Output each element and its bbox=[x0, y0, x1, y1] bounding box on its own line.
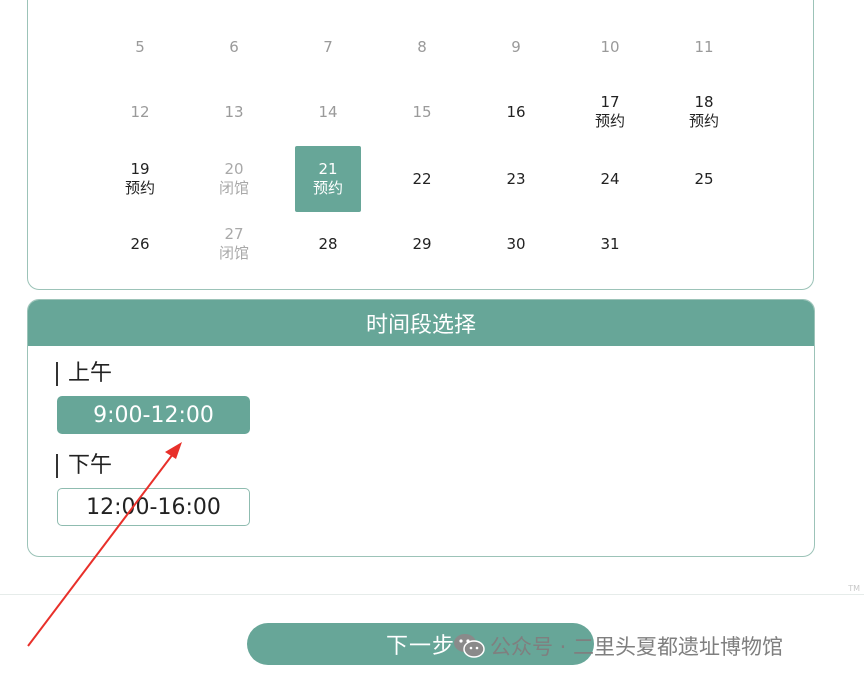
calendar-day-status: 预约 bbox=[594, 112, 625, 130]
calendar-day[interactable]: 19 预约 bbox=[107, 146, 173, 212]
calendar-day: 5 bbox=[107, 14, 173, 80]
calendar-day: 10 bbox=[577, 14, 643, 80]
time-slot-panel: 时间段选择 上午 9:00-12:00 下午 12:00-16:00 bbox=[27, 299, 815, 557]
calendar-day-number: 15 bbox=[412, 102, 432, 121]
calendar-day-number: 25 bbox=[694, 169, 714, 188]
calendar-day[interactable]: 26 bbox=[107, 211, 173, 277]
calendar-day: 6 bbox=[201, 14, 267, 80]
calendar-day[interactable]: 21 预约 bbox=[295, 146, 361, 212]
calendar-day[interactable]: 18 预约 bbox=[671, 79, 737, 145]
calendar-day-number: 24 bbox=[600, 169, 620, 188]
time-slot-header: 时间段选择 bbox=[28, 300, 814, 346]
calendar-day-number: 16 bbox=[506, 102, 526, 121]
calendar-day-number: 30 bbox=[506, 234, 526, 253]
calendar-day[interactable]: 22 bbox=[389, 146, 455, 212]
calendar-day-status: 预约 bbox=[124, 179, 155, 197]
calendar-day-number: 18 bbox=[694, 93, 714, 111]
watermark-text: 公众号 · 二里头夏都遗址博物馆 bbox=[490, 635, 784, 659]
calendar-day-number: 20 bbox=[224, 160, 244, 178]
calendar-day[interactable]: 30 bbox=[483, 211, 549, 277]
wechat-icon bbox=[454, 634, 485, 658]
calendar-day: 11 bbox=[671, 14, 737, 80]
calendar-day: 13 bbox=[201, 79, 267, 145]
calendar-day[interactable]: 27 闭馆 bbox=[201, 211, 267, 277]
calendar-day: 9 bbox=[483, 14, 549, 80]
calendar-day-number: 8 bbox=[417, 37, 427, 56]
calendar-day-number: 26 bbox=[130, 234, 150, 253]
calendar-day-number: 21 bbox=[318, 160, 338, 178]
calendar-day-status: 预约 bbox=[688, 112, 719, 130]
calendar-day[interactable]: 16 bbox=[483, 79, 549, 145]
morning-label: 上午 bbox=[56, 362, 112, 386]
calendar-day-number: 10 bbox=[600, 37, 620, 56]
calendar-day[interactable]: 20 闭馆 bbox=[201, 146, 267, 212]
calendar-day-number: 7 bbox=[323, 37, 333, 56]
calendar-day-number: 23 bbox=[506, 169, 526, 188]
calendar-day[interactable]: 23 bbox=[483, 146, 549, 212]
calendar-day[interactable]: 17 预约 bbox=[577, 79, 643, 145]
watermark: 公众号 · 二里头夏都遗址博物馆 bbox=[452, 629, 783, 663]
calendar-day-number: 12 bbox=[130, 102, 150, 121]
calendar-day[interactable]: 25 bbox=[671, 146, 737, 212]
calendar-day-status: 闭馆 bbox=[218, 244, 249, 262]
calendar-day: 7 bbox=[295, 14, 361, 80]
calendar-day-number: 28 bbox=[318, 234, 338, 253]
footer-divider bbox=[0, 594, 864, 595]
calendar-day-number: 11 bbox=[694, 37, 714, 56]
calendar-day-number: 19 bbox=[130, 160, 150, 178]
calendar-day-number: 17 bbox=[600, 93, 620, 111]
calendar-day[interactable]: 24 bbox=[577, 146, 643, 212]
calendar-day-number: 9 bbox=[511, 37, 521, 56]
calendar-panel: 5 6 7 8 9 10 11 12 13 14 15 16 17 预约 18 预约 19 预约 20 闭馆 21 预约 2… bbox=[27, 0, 814, 290]
calendar-day[interactable]: 28 bbox=[295, 211, 361, 277]
calendar-day: 8 bbox=[389, 14, 455, 80]
calendar-day: 14 bbox=[295, 79, 361, 145]
calendar-day-number: 27 bbox=[224, 225, 244, 243]
morning-slot-button[interactable]: 9:00-12:00 bbox=[57, 396, 250, 434]
calendar-day: 12 bbox=[107, 79, 173, 145]
calendar-day-number: 14 bbox=[318, 102, 338, 121]
corner-mark: TM bbox=[848, 584, 860, 593]
afternoon-slot-button[interactable]: 12:00-16:00 bbox=[57, 488, 250, 526]
calendar-day[interactable]: 29 bbox=[389, 211, 455, 277]
calendar-day: 15 bbox=[389, 79, 455, 145]
calendar-day-number: 6 bbox=[229, 37, 239, 56]
calendar-day-number: 5 bbox=[135, 37, 145, 56]
calendar-day-status: 闭馆 bbox=[218, 179, 249, 197]
calendar-day[interactable]: 31 bbox=[577, 211, 643, 277]
calendar-day-number: 22 bbox=[412, 169, 432, 188]
calendar-day-number: 29 bbox=[412, 234, 432, 253]
calendar-day-number: 13 bbox=[224, 102, 244, 121]
afternoon-label: 下午 bbox=[56, 454, 112, 478]
calendar-day-status: 预约 bbox=[312, 179, 343, 197]
calendar-day-number: 31 bbox=[600, 234, 620, 253]
